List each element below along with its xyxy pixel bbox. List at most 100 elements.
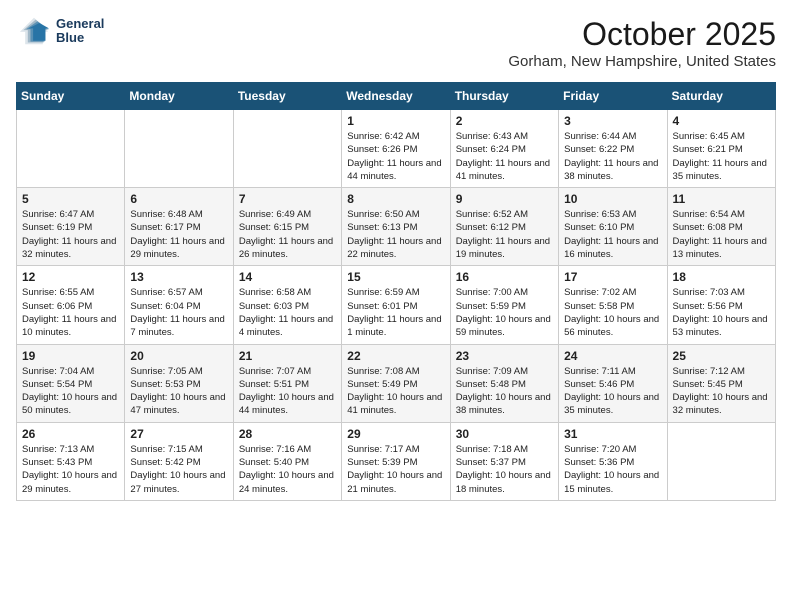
day-number: 27 (130, 427, 227, 441)
calendar-cell: 22 Sunrise: 7:08 AM Sunset: 5:49 PM Dayli… (342, 344, 450, 422)
calendar-cell: 18Sunrise: 7:03 AM Sunset: 5:56 PM Dayli… (667, 266, 775, 344)
calendar-cell (17, 110, 125, 188)
calendar-cell: 5Sunrise: 6:47 AM Sunset: 6:19 PM Daylig… (17, 188, 125, 266)
day-info: Sunrise: 7:17 AM Sunset: 5:39 PM Dayligh… (347, 443, 444, 496)
day-number: 26 (22, 427, 119, 441)
day-number: 2 (456, 114, 553, 128)
day-number: 22 (347, 349, 444, 363)
day-number: 23 (456, 349, 553, 363)
day-info: Sunrise: 7:04 AM Sunset: 5:54 PM Dayligh… (22, 365, 119, 418)
day-number: 25 (673, 349, 770, 363)
day-info: Sunrise: 7:02 AM Sunset: 5:58 PM Dayligh… (564, 286, 661, 339)
calendar-cell: 3 Sunrise: 6:44 AM Sunset: 6:22 PM Daylig… (559, 110, 667, 188)
day-info: Sunrise: 6:58 AM Sunset: 6:03 PM Dayligh… (239, 286, 336, 339)
month-title: October 2025 (508, 16, 776, 53)
calendar-cell: 6Sunrise: 6:48 AM Sunset: 6:17 PM Daylig… (125, 188, 233, 266)
day-info: Sunrise: 7:15 AM Sunset: 5:42 PM Dayligh… (130, 443, 227, 496)
logo-icon (16, 16, 52, 46)
day-info: Sunrise: 6:52 AM Sunset: 6:12 PM Dayligh… (456, 208, 553, 261)
day-number: 28 (239, 427, 336, 441)
day-number: 29 (347, 427, 444, 441)
calendar-cell: 30Sunrise: 7:18 AM Sunset: 5:37 PM Dayli… (450, 422, 558, 500)
calendar-week-4: 19 Sunrise: 7:04 AM Sunset: 5:54 PM Dayli… (17, 344, 776, 422)
weekday-header-friday: Friday (559, 83, 667, 110)
location-title: Gorham, New Hampshire, United States (508, 53, 776, 70)
calendar-cell: 11Sunrise: 6:54 AM Sunset: 6:08 PM Dayli… (667, 188, 775, 266)
day-number: 1 (347, 114, 444, 128)
day-info: Sunrise: 6:45 AM Sunset: 6:21 PM Dayligh… (673, 130, 770, 183)
calendar-cell: 17 Sunrise: 7:02 AM Sunset: 5:58 PM Dayli… (559, 266, 667, 344)
day-info: Sunrise: 7:08 AM Sunset: 5:49 PM Dayligh… (347, 365, 444, 418)
calendar-cell: 4 Sunrise: 6:45 AM Sunset: 6:21 PM Daylig… (667, 110, 775, 188)
weekday-header-thursday: Thursday (450, 83, 558, 110)
calendar-cell: 21Sunrise: 7:07 AM Sunset: 5:51 PM Dayli… (233, 344, 341, 422)
day-info: Sunrise: 7:11 AM Sunset: 5:46 PM Dayligh… (564, 365, 661, 418)
calendar-cell: 8 Sunrise: 6:50 AM Sunset: 6:13 PM Daylig… (342, 188, 450, 266)
day-info: Sunrise: 7:16 AM Sunset: 5:40 PM Dayligh… (239, 443, 336, 496)
calendar-cell: 9Sunrise: 6:52 AM Sunset: 6:12 PM Daylig… (450, 188, 558, 266)
day-number: 20 (130, 349, 227, 363)
day-info: Sunrise: 6:49 AM Sunset: 6:15 PM Dayligh… (239, 208, 336, 261)
calendar-cell: 15 Sunrise: 6:59 AM Sunset: 6:01 PM Dayli… (342, 266, 450, 344)
calendar-week-2: 5Sunrise: 6:47 AM Sunset: 6:19 PM Daylig… (17, 188, 776, 266)
calendar-cell: 27 Sunrise: 7:15 AM Sunset: 5:42 PM Dayli… (125, 422, 233, 500)
calendar-week-1: 1 Sunrise: 6:42 AM Sunset: 6:26 PM Daylig… (17, 110, 776, 188)
calendar-cell: 7 Sunrise: 6:49 AM Sunset: 6:15 PM Daylig… (233, 188, 341, 266)
weekday-header-row: SundayMondayTuesdayWednesdayThursdayFrid… (17, 83, 776, 110)
calendar-cell: 31 Sunrise: 7:20 AM Sunset: 5:36 PM Dayli… (559, 422, 667, 500)
title-block: October 2025 Gorham, New Hampshire, Unit… (508, 16, 776, 70)
day-number: 16 (456, 270, 553, 284)
calendar-cell: 23 Sunrise: 7:09 AM Sunset: 5:48 PM Dayli… (450, 344, 558, 422)
day-info: Sunrise: 7:07 AM Sunset: 5:51 PM Dayligh… (239, 365, 336, 418)
day-info: Sunrise: 7:13 AM Sunset: 5:43 PM Dayligh… (22, 443, 119, 496)
calendar-cell: 13Sunrise: 6:57 AM Sunset: 6:04 PM Dayli… (125, 266, 233, 344)
day-number: 17 (564, 270, 661, 284)
calendar-cell: 16 Sunrise: 7:00 AM Sunset: 5:59 PM Dayli… (450, 266, 558, 344)
calendar-cell: 1 Sunrise: 6:42 AM Sunset: 6:26 PM Daylig… (342, 110, 450, 188)
day-number: 7 (239, 192, 336, 206)
day-info: Sunrise: 6:50 AM Sunset: 6:13 PM Dayligh… (347, 208, 444, 261)
calendar-cell (125, 110, 233, 188)
calendar-header: SundayMondayTuesdayWednesdayThursdayFrid… (17, 83, 776, 110)
day-number: 31 (564, 427, 661, 441)
calendar-cell: 24 Sunrise: 7:11 AM Sunset: 5:46 PM Dayli… (559, 344, 667, 422)
calendar-cell (667, 422, 775, 500)
calendar-cell: 10Sunrise: 6:53 AM Sunset: 6:10 PM Dayli… (559, 188, 667, 266)
day-number: 8 (347, 192, 444, 206)
day-info: Sunrise: 7:09 AM Sunset: 5:48 PM Dayligh… (456, 365, 553, 418)
calendar-cell: 12 Sunrise: 6:55 AM Sunset: 6:06 PM Dayli… (17, 266, 125, 344)
weekday-header-sunday: Sunday (17, 83, 125, 110)
logo-line2: Blue (56, 31, 104, 45)
day-info: Sunrise: 6:54 AM Sunset: 6:08 PM Dayligh… (673, 208, 770, 261)
day-info: Sunrise: 7:00 AM Sunset: 5:59 PM Dayligh… (456, 286, 553, 339)
day-info: Sunrise: 6:57 AM Sunset: 6:04 PM Dayligh… (130, 286, 227, 339)
day-info: Sunrise: 6:55 AM Sunset: 6:06 PM Dayligh… (22, 286, 119, 339)
day-info: Sunrise: 6:42 AM Sunset: 6:26 PM Dayligh… (347, 130, 444, 183)
day-number: 19 (22, 349, 119, 363)
day-info: Sunrise: 6:59 AM Sunset: 6:01 PM Dayligh… (347, 286, 444, 339)
calendar-cell: 28 Sunrise: 7:16 AM Sunset: 5:40 PM Dayli… (233, 422, 341, 500)
day-number: 24 (564, 349, 661, 363)
day-info: Sunrise: 7:03 AM Sunset: 5:56 PM Dayligh… (673, 286, 770, 339)
day-info: Sunrise: 6:47 AM Sunset: 6:19 PM Dayligh… (22, 208, 119, 261)
calendar-cell: 14Sunrise: 6:58 AM Sunset: 6:03 PM Dayli… (233, 266, 341, 344)
day-info: Sunrise: 7:20 AM Sunset: 5:36 PM Dayligh… (564, 443, 661, 496)
day-number: 3 (564, 114, 661, 128)
day-number: 12 (22, 270, 119, 284)
calendar-cell: 2 Sunrise: 6:43 AM Sunset: 6:24 PM Daylig… (450, 110, 558, 188)
weekday-header-saturday: Saturday (667, 83, 775, 110)
calendar-week-3: 12 Sunrise: 6:55 AM Sunset: 6:06 PM Dayli… (17, 266, 776, 344)
page-header: General Blue October 2025 Gorham, New Ha… (16, 16, 776, 70)
day-info: Sunrise: 7:05 AM Sunset: 5:53 PM Dayligh… (130, 365, 227, 418)
weekday-header-monday: Monday (125, 83, 233, 110)
calendar-cell: 26 Sunrise: 7:13 AM Sunset: 5:43 PM Dayli… (17, 422, 125, 500)
day-info: Sunrise: 7:18 AM Sunset: 5:37 PM Dayligh… (456, 443, 553, 496)
day-info: Sunrise: 6:43 AM Sunset: 6:24 PM Dayligh… (456, 130, 553, 183)
day-number: 15 (347, 270, 444, 284)
day-info: Sunrise: 6:44 AM Sunset: 6:22 PM Dayligh… (564, 130, 661, 183)
day-number: 10 (564, 192, 661, 206)
day-number: 4 (673, 114, 770, 128)
day-info: Sunrise: 6:48 AM Sunset: 6:17 PM Dayligh… (130, 208, 227, 261)
logo-text: General Blue (56, 17, 104, 46)
calendar-body: 1 Sunrise: 6:42 AM Sunset: 6:26 PM Daylig… (17, 110, 776, 501)
